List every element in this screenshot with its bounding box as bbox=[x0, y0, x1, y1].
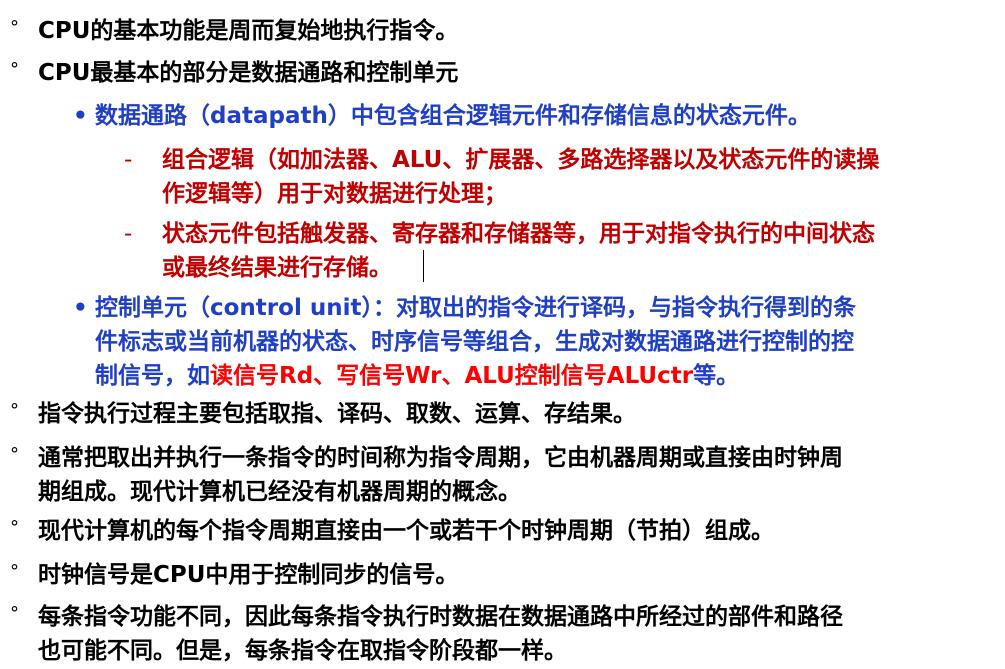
sub-item-control-unit: • 控制单元（control unit）：对取出的指令进行译码，与指令执行得到的… bbox=[73, 291, 856, 393]
item-line: CPU的基本功能是周而复始地执行指令。 bbox=[38, 18, 459, 44]
sub-bullet-marker: • bbox=[73, 295, 88, 321]
bullet-marker: ° bbox=[10, 517, 19, 538]
bullet-marker: ° bbox=[10, 603, 19, 624]
item-line: 或最终结果进行存储。 bbox=[162, 255, 392, 281]
bullet-item-cpu-function: ° CPU的基本功能是周而复始地执行指令。 bbox=[10, 14, 459, 48]
item-line: 也可能不同。但是，每条指令在取指令阶段都一样。 bbox=[38, 638, 567, 664]
line-suffix: 等。 bbox=[693, 363, 740, 389]
item-line: 指令执行过程主要包括取指、译码、取数、运算、存结果。 bbox=[38, 401, 636, 427]
bullet-item-instruction-cycle: ° 通常把取出并执行一条指令的时间称为指令周期，它由机器周期或直接由时钟周 期组… bbox=[10, 441, 843, 509]
item-line: 作逻辑等）用于对数据进行处理； bbox=[162, 181, 507, 207]
sub-item-datapath: • 数据通路（datapath）中包含组合逻辑元件和存储信息的状态元件。 bbox=[73, 99, 811, 133]
item-line: 件标志或当前机器的状态、时序信号等组合，生成对数据通路进行控制的控 bbox=[95, 329, 854, 355]
control-signals-highlight: 读信号Rd、写信号Wr、ALU控制信号ALUctr bbox=[210, 363, 694, 389]
item-line: 时钟信号是CPU中用于控制同步的信号。 bbox=[38, 562, 459, 588]
dash-item-combinational-logic: - 组合逻辑（如加法器、ALU、扩展器、多路选择器以及状态元件的读操 作逻辑等）… bbox=[124, 143, 880, 211]
bullet-item-instruction-differences: ° 每条指令功能不同，因此每条指令执行时数据在数据通路中所经过的部件和路径 也可… bbox=[10, 600, 843, 668]
item-line: 组合逻辑（如加法器、ALU、扩展器、多路选择器以及状态元件的读操 bbox=[162, 147, 880, 173]
item-line: 现代计算机的每个指令周期直接由一个或若干个时钟周期（节拍）组成。 bbox=[38, 518, 774, 544]
item-line: 期组成。现代计算机已经没有机器周期的概念。 bbox=[38, 479, 521, 505]
item-line: 数据通路（datapath）中包含组合逻辑元件和存储信息的状态元件。 bbox=[95, 103, 811, 129]
bullet-marker: ° bbox=[10, 444, 19, 465]
item-line: 每条指令功能不同，因此每条指令执行时数据在数据通路中所经过的部件和路径 bbox=[38, 604, 843, 630]
bullet-item-modern-cycle: ° 现代计算机的每个指令周期直接由一个或若干个时钟周期（节拍）组成。 bbox=[10, 514, 774, 548]
bullet-item-clock-signal: ° 时钟信号是CPU中用于控制同步的信号。 bbox=[10, 558, 459, 592]
bullet-marker: ° bbox=[10, 17, 19, 38]
bullet-marker: ° bbox=[10, 561, 19, 582]
item-line: CPU最基本的部分是数据通路和控制单元 bbox=[38, 60, 459, 86]
text-cursor bbox=[423, 250, 424, 282]
bullet-marker: ° bbox=[10, 59, 19, 80]
dash-item-state-elements: - 状态元件包括触发器、寄存器和存储器等，用于对指令执行的中间状态 或最终结果进… bbox=[124, 217, 875, 285]
line-prefix: 制信号，如 bbox=[95, 363, 210, 389]
bullet-marker: ° bbox=[10, 400, 19, 421]
bullet-item-cpu-parts: ° CPU最基本的部分是数据通路和控制单元 bbox=[10, 56, 459, 90]
item-line: 通常把取出并执行一条指令的时间称为指令周期，它由机器周期或直接由时钟周 bbox=[38, 445, 843, 471]
bullet-item-execution-process: ° 指令执行过程主要包括取指、译码、取数、运算、存结果。 bbox=[10, 397, 636, 431]
item-line: 控制单元（control unit）：对取出的指令进行译码，与指令执行得到的条 bbox=[95, 295, 856, 321]
dash-marker: - bbox=[124, 147, 133, 173]
sub-bullet-marker: • bbox=[73, 103, 88, 129]
item-line-last: 制信号，如读信号Rd、写信号Wr、ALU控制信号ALUctr等。 bbox=[95, 359, 856, 393]
item-line: 状态元件包括触发器、寄存器和存储器等，用于对指令执行的中间状态 bbox=[162, 221, 875, 247]
dash-marker: - bbox=[124, 221, 133, 247]
